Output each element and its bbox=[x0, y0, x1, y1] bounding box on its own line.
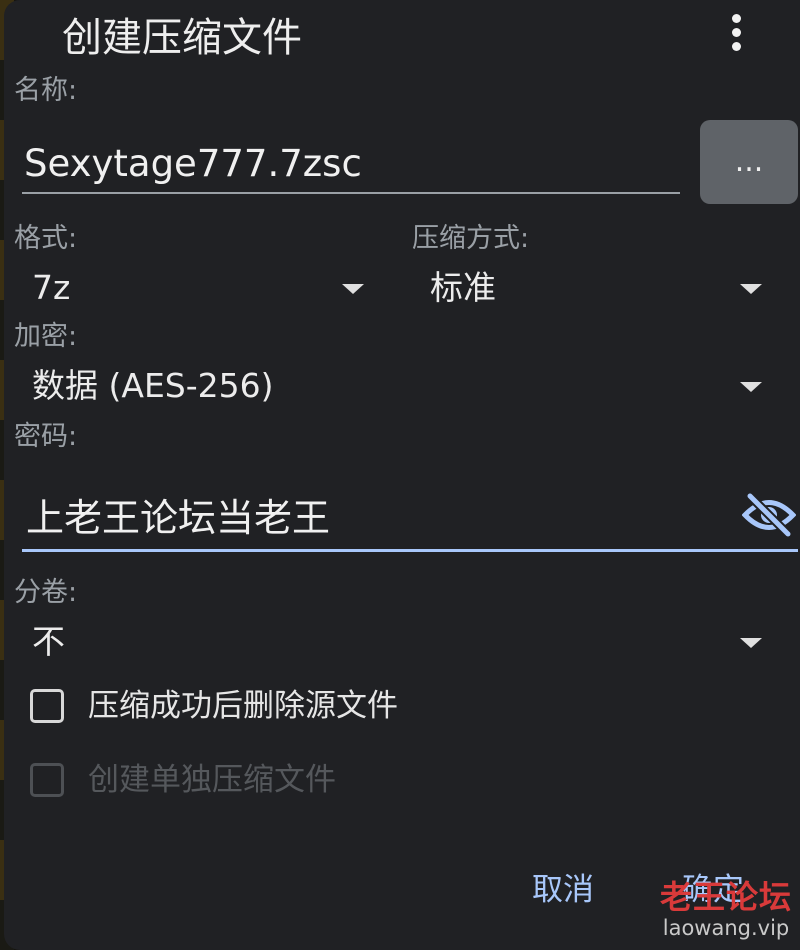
split-label: 分卷: bbox=[14, 577, 78, 608]
chevron-down-icon bbox=[740, 638, 762, 648]
split-value: 不 bbox=[32, 622, 65, 661]
name-label: 名称: bbox=[14, 75, 78, 106]
chevron-down-icon bbox=[740, 284, 762, 294]
encryption-value: 数据 (AES-256) bbox=[32, 366, 274, 405]
create-archive-dialog: 创建压缩文件 名称: Sexytage777.7zsc ... 格式: 7z 压… bbox=[4, 0, 800, 950]
encryption-label: 加密: bbox=[14, 321, 78, 352]
watermark-title: 老王论坛 bbox=[659, 878, 792, 916]
watermark-url: laowang.vip bbox=[662, 916, 790, 940]
compression-dropdown[interactable]: 标准 bbox=[412, 266, 772, 314]
checkbox-box bbox=[30, 763, 64, 797]
format-label: 格式: bbox=[14, 223, 78, 254]
password-field[interactable]: 上老王论坛当老王 bbox=[22, 486, 798, 552]
more-vert-icon[interactable] bbox=[716, 10, 756, 54]
password-value: 上老王论坛当老王 bbox=[26, 496, 331, 540]
separate-archives-label: 创建单独压缩文件 bbox=[88, 762, 336, 798]
chevron-down-icon bbox=[342, 284, 364, 294]
archive-name-field[interactable]: Sexytage777.7zsc bbox=[22, 138, 680, 194]
delete-source-checkbox[interactable]: 压缩成功后删除源文件 bbox=[30, 686, 550, 726]
browse-button[interactable]: ... bbox=[700, 120, 798, 204]
delete-source-label: 压缩成功后删除源文件 bbox=[88, 688, 398, 724]
chevron-down-icon bbox=[740, 382, 762, 392]
split-dropdown[interactable]: 不 bbox=[14, 620, 772, 668]
compression-label: 压缩方式: bbox=[412, 223, 530, 254]
format-dropdown[interactable]: 7z bbox=[14, 266, 374, 314]
cancel-button[interactable]: 取消 bbox=[532, 870, 594, 910]
watermark: 老王论坛 laowang.vip bbox=[656, 878, 796, 940]
format-value: 7z bbox=[32, 268, 71, 307]
eye-off-icon[interactable] bbox=[741, 492, 797, 538]
checkbox-box bbox=[30, 689, 64, 723]
separate-archives-checkbox[interactable]: 创建单独压缩文件 bbox=[30, 760, 550, 800]
password-label: 密码: bbox=[14, 421, 78, 452]
encryption-dropdown[interactable]: 数据 (AES-256) bbox=[14, 364, 772, 412]
dialog-title: 创建压缩文件 bbox=[62, 15, 302, 61]
compression-value: 标准 bbox=[430, 268, 496, 307]
